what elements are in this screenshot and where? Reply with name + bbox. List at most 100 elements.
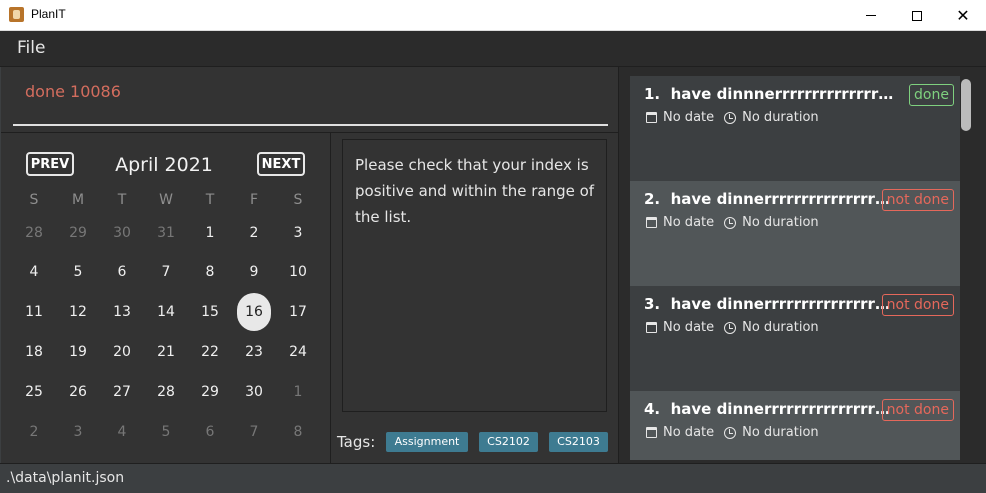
- calendar-day[interactable]: 27: [100, 377, 144, 407]
- calendar-icon: [646, 322, 657, 333]
- task-card[interactable]: 2. have dinnerrrrrrrrrrrrrrrrrrrrr... no…: [630, 181, 960, 286]
- task-card[interactable]: 4. have dinnerrrrrrrrrrrrrrrrrrrrr... no…: [630, 391, 960, 460]
- task-date: No date: [663, 320, 715, 335]
- result-panel: Please check that your index is positive…: [331, 133, 618, 418]
- command-box[interactable]: done 10086: [1, 67, 618, 133]
- calendar-day[interactable]: 24: [276, 337, 320, 367]
- maximize-icon: [912, 10, 922, 21]
- calendar-day[interactable]: 26: [56, 377, 100, 407]
- task-title: 4. have dinnerrrrrrrrrrrrrrrrrrrrr...: [644, 400, 894, 418]
- calendar-weekday-label: T: [205, 192, 215, 208]
- task-title: 3. have dinnerrrrrrrrrrrrrrrrrrrrr...: [644, 295, 894, 313]
- calendar-day[interactable]: 28: [12, 218, 56, 248]
- calendar-icon: [646, 112, 657, 123]
- close-button[interactable]: ✕: [940, 0, 986, 31]
- tag-chip[interactable]: CS2103: [549, 432, 608, 452]
- save-file-path: .\data\planit.json: [6, 470, 125, 486]
- calendar-panel: PREV April 2021 NEXT S M T W T F S 28 29 30 31 1 2 3 4…: [1, 133, 331, 463]
- calendar-day[interactable]: 7: [232, 417, 276, 447]
- task-status-badge: done: [909, 84, 954, 106]
- calendar-day[interactable]: 18: [12, 337, 56, 367]
- calendar-day[interactable]: 14: [144, 297, 188, 327]
- calendar-day[interactable]: 10: [276, 257, 320, 287]
- task-status-badge: not done: [881, 399, 954, 421]
- calendar-day[interactable]: 3: [56, 417, 100, 447]
- calendar-day[interactable]: 23: [232, 337, 276, 367]
- calendar-weekday-label: F: [249, 192, 259, 208]
- menu-file[interactable]: File: [17, 38, 45, 58]
- task-duration: No duration: [742, 320, 819, 335]
- task-title: 1. have dinnnerrrrrrrrrrrrrrrrrrrrrrrr..…: [644, 85, 894, 103]
- calendar-day[interactable]: 5: [56, 257, 100, 287]
- calendar-day[interactable]: 8: [188, 257, 232, 287]
- task-title: 2. have dinnerrrrrrrrrrrrrrrrrrrrr...: [644, 190, 894, 208]
- minimize-button[interactable]: [848, 0, 894, 31]
- task-card[interactable]: 1. have dinnnerrrrrrrrrrrrrrrrrrrrrrrr..…: [630, 76, 960, 181]
- maximize-button[interactable]: [894, 0, 940, 31]
- task-date: No date: [663, 110, 715, 125]
- calendar-weekday-label: T: [117, 192, 127, 208]
- calendar-day-today[interactable]: 16: [232, 297, 276, 327]
- calendar-day[interactable]: 15: [188, 297, 232, 327]
- calendar-day[interactable]: 19: [56, 337, 100, 367]
- calendar-day[interactable]: 6: [188, 417, 232, 447]
- result-display: Please check that your index is positive…: [342, 139, 607, 412]
- calendar-day[interactable]: 17: [276, 297, 320, 327]
- task-duration: No duration: [742, 215, 819, 230]
- calendar-day[interactable]: 25: [12, 377, 56, 407]
- tag-chip[interactable]: Assignment: [386, 432, 468, 452]
- calendar-day[interactable]: 7: [144, 257, 188, 287]
- task-list-scrollbar[interactable]: [961, 79, 971, 131]
- task-meta: No date No duration: [646, 215, 819, 230]
- task-card[interactable]: 3. have dinnerrrrrrrrrrrrrrrrrrrrr... no…: [630, 286, 960, 391]
- calendar-day[interactable]: 9: [232, 257, 276, 287]
- next-month-button[interactable]: NEXT: [257, 152, 305, 176]
- calendar-day[interactable]: 31: [144, 218, 188, 248]
- clock-icon: [724, 321, 737, 334]
- calendar-day[interactable]: 1: [276, 377, 320, 407]
- calendar-day[interactable]: 2: [12, 417, 56, 447]
- calendar-day[interactable]: 21: [144, 337, 188, 367]
- task-meta: No date No duration: [646, 320, 819, 335]
- calendar-day[interactable]: 29: [56, 218, 100, 248]
- tags-bar: Tags: Assignment CS2102 CS2103: [331, 418, 618, 463]
- task-list[interactable]: 1. have dinnnerrrrrrrrrrrrrrrrrrrrrrrr..…: [630, 76, 960, 460]
- calendar-day[interactable]: 12: [56, 297, 100, 327]
- calendar-weekday-label: S: [293, 192, 303, 208]
- task-date: No date: [663, 215, 715, 230]
- command-input[interactable]: done 10086: [25, 82, 121, 101]
- clock-icon: [724, 426, 737, 439]
- calendar-day[interactable]: 28: [144, 377, 188, 407]
- command-underline: [13, 124, 608, 126]
- calendar-day[interactable]: 13: [100, 297, 144, 327]
- window-title: PlanIT: [31, 7, 66, 21]
- calendar-day[interactable]: 1: [188, 218, 232, 248]
- task-meta: No date No duration: [646, 425, 819, 440]
- calendar-weekday-label: S: [29, 192, 39, 208]
- app-icon: [9, 7, 24, 22]
- calendar-day[interactable]: 2: [232, 218, 276, 248]
- calendar-day[interactable]: 4: [12, 257, 56, 287]
- calendar-day[interactable]: 5: [144, 417, 188, 447]
- menu-bar: File: [0, 31, 986, 67]
- calendar-day[interactable]: 11: [12, 297, 56, 327]
- clock-icon: [724, 216, 737, 229]
- task-status-badge: not done: [881, 189, 954, 211]
- task-duration: No duration: [742, 110, 819, 125]
- task-duration: No duration: [742, 425, 819, 440]
- calendar-icon: [646, 217, 657, 228]
- calendar-day[interactable]: 29: [188, 377, 232, 407]
- calendar-day[interactable]: 30: [232, 377, 276, 407]
- calendar-day[interactable]: 3: [276, 218, 320, 248]
- result-message: Please check that your index is positive…: [355, 156, 595, 226]
- calendar-day[interactable]: 30: [100, 218, 144, 248]
- prev-month-button[interactable]: PREV: [26, 152, 74, 176]
- calendar-day[interactable]: 4: [100, 417, 144, 447]
- calendar-day[interactable]: 8: [276, 417, 320, 447]
- tag-chip[interactable]: CS2102: [479, 432, 538, 452]
- calendar-day[interactable]: 22: [188, 337, 232, 367]
- calendar-day[interactable]: 20: [100, 337, 144, 367]
- calendar-month-label: April 2021: [115, 154, 213, 176]
- clock-icon: [724, 111, 737, 124]
- calendar-day[interactable]: 6: [100, 257, 144, 287]
